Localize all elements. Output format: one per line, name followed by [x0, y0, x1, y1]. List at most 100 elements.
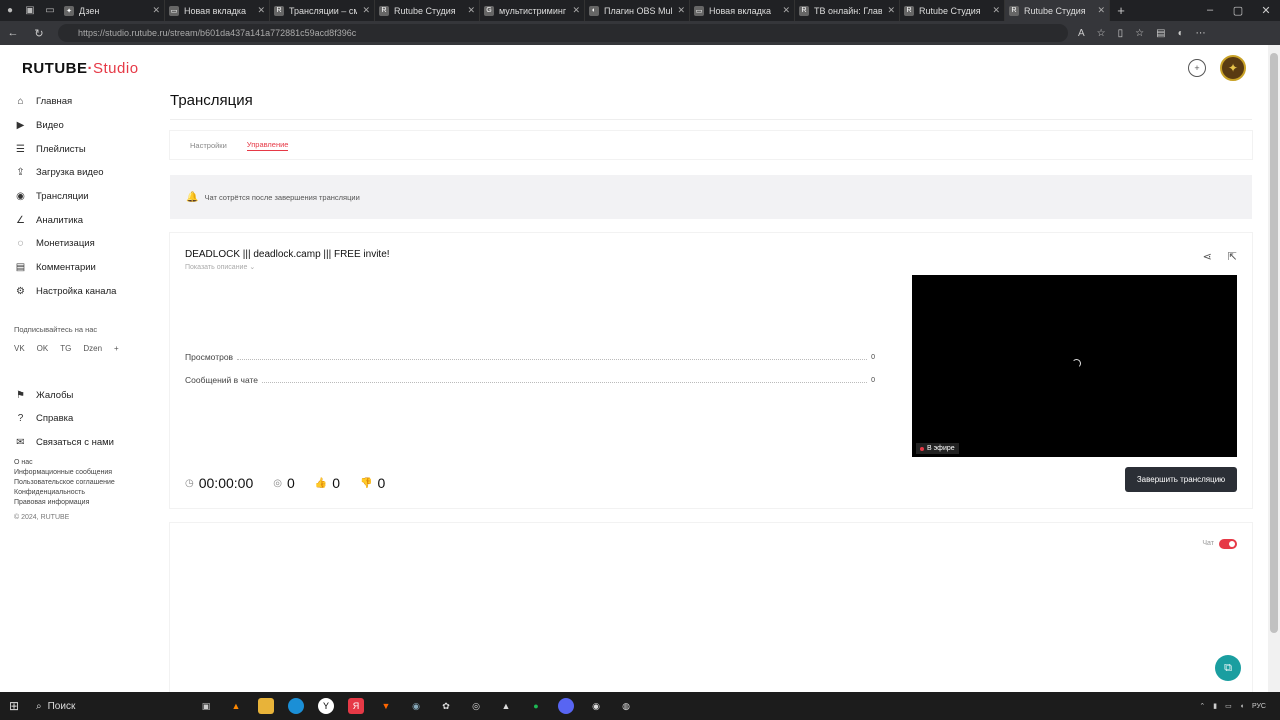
- back-icon[interactable]: ←: [0, 27, 26, 39]
- footer-link[interactable]: О нас: [14, 458, 154, 468]
- close-tab-icon[interactable]: ✕: [887, 5, 895, 16]
- task-view-icon[interactable]: ▣: [198, 698, 214, 714]
- close-tab-icon[interactable]: ✕: [782, 5, 790, 16]
- language-indicator[interactable]: РУС: [1252, 703, 1266, 710]
- file-explorer-icon[interactable]: [258, 698, 274, 714]
- browser-tab[interactable]: ▭ Новая вкладка ✕: [165, 0, 270, 21]
- app-icon[interactable]: ▲: [498, 698, 514, 714]
- taskbar-search[interactable]: ⌕ Поиск: [28, 692, 148, 720]
- sidebar-item-upload[interactable]: ⇪ Загрузка видео: [14, 161, 154, 185]
- chatgpt-icon[interactable]: ✿: [438, 698, 454, 714]
- collections-icon[interactable]: ▤: [1156, 28, 1165, 39]
- footer-link[interactable]: Конфиденциальность: [14, 488, 154, 498]
- browser-menu-icon[interactable]: ⋯: [1196, 28, 1206, 39]
- discord-icon[interactable]: [558, 698, 574, 714]
- browser-tab[interactable]: ▭ Новая вкладка ✕: [690, 0, 795, 21]
- yandex-icon[interactable]: Я: [348, 698, 364, 714]
- video-player[interactable]: В эфире: [912, 275, 1237, 457]
- close-window-icon[interactable]: ✕: [1252, 4, 1280, 17]
- edge-icon[interactable]: [288, 698, 304, 714]
- social-dzen-icon[interactable]: Dzen: [83, 344, 102, 353]
- browser-tab[interactable]: R Rutube Студия ✕: [1005, 0, 1110, 21]
- favorites-icon[interactable]: ☆: [1135, 28, 1144, 39]
- browser-tab[interactable]: R Rutube Студия ✕: [900, 0, 1005, 21]
- sidebar-item-flag[interactable]: ⚑ Жалобы: [14, 383, 154, 407]
- chat-toggle[interactable]: [1219, 539, 1237, 549]
- network-icon[interactable]: ▭: [1225, 702, 1232, 710]
- mic-icon[interactable]: ▮: [1213, 702, 1217, 710]
- chat-notice: 🔔 Чат сотрётся после завершения трансляц…: [170, 175, 1252, 219]
- sidebar-item-analytics[interactable]: ∠ Аналитика: [14, 208, 154, 232]
- browser-tab[interactable]: R Трансляции – смотр ✕: [270, 0, 375, 21]
- browser-tab[interactable]: R Rutube Студия ✕: [375, 0, 480, 21]
- close-tab-icon[interactable]: ✕: [152, 5, 160, 16]
- spotify-icon[interactable]: ●: [528, 698, 544, 714]
- social-tg-icon[interactable]: TG: [60, 344, 71, 353]
- sidebar-item-comments[interactable]: ▤ Комментарии: [14, 256, 154, 280]
- favorite-star-icon[interactable]: ☆: [1097, 28, 1106, 39]
- scrollbar[interactable]: [1268, 45, 1280, 692]
- windows-start-icon[interactable]: ⊞: [0, 699, 28, 713]
- rutube-studio-logo[interactable]: RUTUBE·Studio: [22, 60, 139, 77]
- tray-up-icon[interactable]: ⌃: [1199, 702, 1205, 710]
- follow-label: Подписывайтесь на нас: [14, 325, 98, 335]
- profile-icon[interactable]: ●: [0, 0, 20, 21]
- sidebar-item-broadcast[interactable]: ◉ Трансляции: [14, 185, 154, 209]
- close-tab-icon[interactable]: ✕: [1097, 5, 1105, 16]
- create-icon[interactable]: +: [1188, 59, 1206, 77]
- end-stream-button[interactable]: Завершить трансляцию: [1125, 467, 1237, 492]
- volume-icon[interactable]: ◖: [1240, 703, 1244, 710]
- obs-icon[interactable]: ◎: [468, 698, 484, 714]
- sidebar-item-video[interactable]: ▶ Видео: [14, 114, 154, 138]
- help-chat-icon[interactable]: ⧉: [1215, 655, 1241, 681]
- sidebar-item-home[interactable]: ⌂ Главная: [14, 90, 154, 114]
- sidebar-item-money[interactable]: ◌ Монетизация: [14, 232, 154, 256]
- footer-link[interactable]: Правовая информация: [14, 498, 154, 508]
- brave-icon[interactable]: ▼: [378, 698, 394, 714]
- sidebar-item-settings[interactable]: ⚙ Настройка канала: [14, 280, 154, 304]
- extension-icon[interactable]: ◐: [1178, 28, 1184, 39]
- steam-icon[interactable]: ◉: [408, 698, 424, 714]
- new-tab-button[interactable]: +: [1110, 3, 1132, 18]
- browser-tab[interactable]: Gмультистриминг от ✕: [480, 0, 585, 21]
- close-tab-icon[interactable]: ✕: [257, 5, 265, 16]
- tab-settings[interactable]: Настройки: [190, 141, 227, 150]
- workspaces-icon[interactable]: ▣: [20, 0, 40, 21]
- tab-control[interactable]: Управление: [246, 140, 289, 151]
- footer-link[interactable]: Пользовательское соглашение: [14, 478, 154, 488]
- sidebar-item-playlist[interactable]: ☰ Плейлисты: [14, 137, 154, 161]
- close-tab-icon[interactable]: ✕: [467, 5, 475, 16]
- browser-tab[interactable]: R ТВ онлайн: Главная ✕: [795, 0, 900, 21]
- share-icon[interactable]: ⋖: [1203, 250, 1212, 263]
- avatar[interactable]: ✦: [1220, 55, 1246, 81]
- social-vk-icon[interactable]: VK: [14, 344, 25, 353]
- browser-tab-title: Новая вкладка: [184, 5, 247, 16]
- social-more-icon[interactable]: +: [114, 344, 119, 353]
- close-tab-icon[interactable]: ✕: [362, 5, 370, 16]
- yandex-browser-icon[interactable]: Y: [318, 698, 334, 714]
- show-description-link[interactable]: Показать описание ⌄: [185, 263, 255, 271]
- browser-tab-title: мультистриминг от: [499, 5, 567, 16]
- url-field[interactable]: https://studio.rutube.ru/stream/b601da43…: [58, 24, 1068, 42]
- footer-link[interactable]: Информационные сообщения: [14, 468, 154, 478]
- vlc-icon[interactable]: ▲: [228, 698, 244, 714]
- reload-icon[interactable]: ↻: [26, 27, 52, 40]
- browser-tab[interactable]: ✦ Дзен ✕: [60, 0, 165, 21]
- chat-messages-stat: Сообщений в чате 0: [185, 375, 875, 385]
- close-tab-icon[interactable]: ✕: [572, 5, 580, 16]
- close-tab-icon[interactable]: ✕: [992, 5, 1000, 16]
- sidebar-item-help[interactable]: ? Справка: [14, 407, 154, 431]
- tab-actions-icon[interactable]: ▭: [40, 0, 60, 21]
- obs-studio-icon[interactable]: ◉: [588, 698, 604, 714]
- open-external-icon[interactable]: ⇱: [1228, 250, 1237, 263]
- minimize-icon[interactable]: –: [1196, 4, 1224, 17]
- close-tab-icon[interactable]: ✕: [677, 5, 685, 16]
- social-ok-icon[interactable]: OK: [37, 344, 49, 353]
- maximize-icon[interactable]: ▢: [1224, 4, 1252, 17]
- split-screen-icon[interactable]: ▯: [1118, 28, 1124, 39]
- app2-icon[interactable]: ◍: [618, 698, 634, 714]
- home-icon: ⌂: [17, 96, 24, 108]
- reader-mode-icon[interactable]: A: [1078, 28, 1085, 39]
- browser-tab[interactable]: ◐ Плагин OBS Multip ✕: [585, 0, 690, 21]
- sidebar-item-mail[interactable]: ✉ Связаться с нами: [14, 431, 154, 455]
